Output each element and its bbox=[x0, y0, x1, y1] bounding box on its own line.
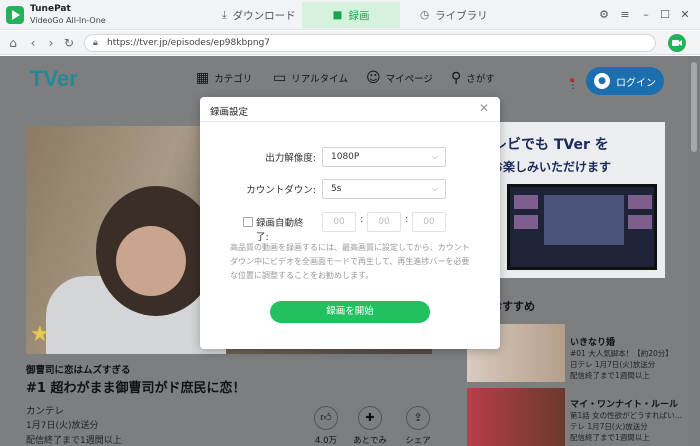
episode-series[interactable]: 御曹司に恋はムズすぎる bbox=[26, 362, 131, 376]
pin-icon: ✚ bbox=[358, 406, 382, 430]
download-icon: ⤓ bbox=[222, 8, 227, 21]
url-bar[interactable]: 🔒︎ https://tver.jp/episodes/ep98kbpng7 bbox=[84, 34, 656, 52]
app-name: TunePat bbox=[30, 4, 71, 14]
hours-field[interactable]: 00 bbox=[322, 212, 356, 232]
nav-realtime-label: リアルタイム bbox=[291, 74, 348, 85]
recording-tip: 高品質の動画を録画するには、最高画質に設定してから、カウントダウン中にビデオを全… bbox=[230, 243, 470, 280]
video-camera-icon: ■ bbox=[332, 9, 343, 21]
episode-channel[interactable]: カンテレ bbox=[26, 403, 64, 417]
reload-icon[interactable]: ↻ bbox=[62, 35, 76, 51]
forward-icon[interactable]: › bbox=[44, 35, 58, 51]
record-settings-dialog: 録画設定 ✕ 出力解像度: 1080P ⌵ カウントダウン: 5s ⌵ 録画自動… bbox=[200, 97, 500, 349]
episode-air-date: 1月7日(火)放送分 bbox=[26, 421, 99, 431]
like-button[interactable]: 👍︎ 4.0万 bbox=[306, 406, 346, 446]
thumbs-up-icon: 👍︎ bbox=[314, 406, 338, 430]
tab-record[interactable]: ■ 録画 bbox=[302, 2, 400, 28]
user-icon: ● bbox=[594, 73, 610, 89]
login-button[interactable]: ● ログイン bbox=[586, 67, 664, 95]
auto-end-checkbox[interactable] bbox=[243, 217, 253, 227]
countdown-select[interactable]: 5s ⌵ bbox=[322, 179, 446, 199]
home-icon[interactable]: ⌂ bbox=[6, 35, 20, 51]
countdown-label: カウントダウン: bbox=[246, 185, 316, 196]
start-recording-button[interactable]: 録画を開始 bbox=[270, 301, 430, 323]
minutes-field[interactable]: 00 bbox=[367, 212, 401, 232]
recommend-title[interactable]: いきなり婚 bbox=[570, 335, 615, 348]
nav-mypage-label: マイページ bbox=[385, 74, 433, 85]
login-label: ログイン bbox=[616, 77, 656, 89]
clock-icon: ◷ bbox=[420, 9, 430, 21]
search-icon: ⚲ bbox=[451, 70, 462, 86]
app-logo-icon bbox=[6, 6, 24, 24]
url-text: https://tver.jp/episodes/ep98kbpng7 bbox=[107, 38, 271, 48]
record-camera-icon bbox=[672, 40, 682, 46]
lock-icon: 🔒︎ bbox=[93, 38, 98, 48]
nav-category[interactable]: ▦ カテゴリ bbox=[196, 70, 252, 86]
menu-icon[interactable]: ≡ bbox=[617, 7, 633, 23]
recommend-until: 配信終了まで1週間以上 bbox=[570, 371, 650, 380]
resolution-select[interactable]: 1080P ⌵ bbox=[322, 147, 446, 167]
chevron-down-icon: ⌵ bbox=[431, 152, 438, 161]
time-separator: : bbox=[405, 214, 409, 225]
share-icon: ⇪ bbox=[406, 406, 430, 430]
auto-end-label: 録画自動終了: bbox=[256, 218, 304, 243]
tab-library-label: ライブラリ bbox=[435, 9, 488, 22]
page-scrollbar[interactable] bbox=[688, 56, 700, 446]
tab-record-label: 録画 bbox=[348, 9, 370, 22]
dialog-title: 録画設定 bbox=[210, 107, 249, 118]
recommend-date: 日テレ 1月7日(火)放送分 bbox=[570, 360, 656, 369]
recommend-date: テレ 1月7日(火)放送分 bbox=[570, 422, 648, 431]
record-button[interactable] bbox=[668, 34, 686, 52]
resolution-value: 1080P bbox=[331, 152, 360, 162]
more-icon[interactable]: ⋮ bbox=[568, 81, 578, 91]
tab-download-label: ダウンロード bbox=[232, 9, 296, 22]
browser-nav-bar: ⌂ ‹ › ↻ 🔒︎ https://tver.jp/episodes/ep98… bbox=[0, 31, 700, 55]
recommend-sub: 第1話 女の性欲がどうすればい… bbox=[570, 411, 683, 420]
tab-download[interactable]: ⤓ ダウンロード bbox=[212, 2, 316, 28]
share-label: シェア bbox=[405, 436, 431, 446]
tab-library[interactable]: ◷ ライブラリ bbox=[410, 2, 500, 28]
recommend-until: 配信終了まで1週間以上 bbox=[570, 433, 650, 442]
divider bbox=[200, 121, 500, 122]
nav-mypage[interactable]: ☺ マイページ bbox=[366, 70, 433, 86]
app-subtitle: VideoGo All-In-One bbox=[30, 16, 106, 25]
nav-search-label: さがす bbox=[466, 74, 495, 85]
star-decoration-icon: ★ bbox=[30, 322, 50, 347]
time-separator: : bbox=[360, 214, 364, 225]
tv-illustration bbox=[507, 184, 657, 270]
nav-search[interactable]: ⚲ さがす bbox=[451, 70, 495, 86]
watch-later-button[interactable]: ✚ あとでみる bbox=[350, 406, 390, 446]
share-button[interactable]: ⇪ シェア bbox=[398, 406, 438, 446]
nav-realtime[interactable]: ▭ リアルタイム bbox=[273, 70, 348, 86]
episode-title: #1 超わがまま御曹司がド庶民に恋！ bbox=[26, 381, 246, 396]
tver-logo[interactable]: TVer bbox=[30, 66, 78, 92]
recommend-sub: #01 大人気脚本！【約20分】 bbox=[570, 349, 673, 358]
countdown-value: 5s bbox=[331, 184, 342, 194]
maximize-icon[interactable]: ☐ bbox=[657, 7, 673, 23]
close-icon[interactable]: ✕ bbox=[677, 7, 693, 23]
settings-gear-icon[interactable]: ⚙ bbox=[596, 7, 612, 23]
seconds-field[interactable]: 00 bbox=[412, 212, 446, 232]
grid-icon: ▦ bbox=[196, 70, 210, 86]
dialog-close-icon[interactable]: ✕ bbox=[479, 101, 489, 115]
resolution-label: 出力解像度: bbox=[265, 153, 316, 164]
minimize-icon[interactable]: – bbox=[638, 7, 654, 23]
banner-line2: お楽しみいただけます bbox=[491, 160, 612, 174]
episode-availability: 配信終了まで1週間以上 bbox=[26, 436, 122, 446]
person-icon: ☺ bbox=[366, 70, 381, 86]
title-bar: TunePat VideoGo All-In-One ⤓ ダウンロード ■ 録画… bbox=[0, 0, 700, 30]
recommend-title[interactable]: マイ・ワンナイト・ルール bbox=[570, 397, 678, 410]
chevron-down-icon: ⌵ bbox=[431, 184, 438, 193]
nav-category-label: カテゴリ bbox=[214, 74, 253, 85]
like-count: 4.0万 bbox=[314, 436, 338, 446]
watch-later-label: あとでみる bbox=[353, 436, 387, 446]
recommend-thumbnail[interactable] bbox=[467, 388, 565, 446]
tv-icon: ▭ bbox=[273, 70, 287, 86]
back-icon[interactable]: ‹ bbox=[26, 35, 40, 51]
